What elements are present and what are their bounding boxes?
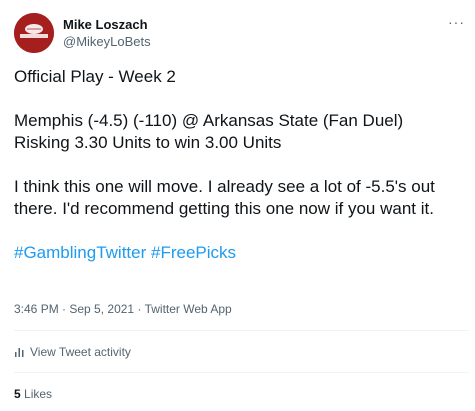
hashtag-link[interactable]: #GamblingTwitter	[14, 243, 146, 262]
view-tweet-activity-link[interactable]: View Tweet activity	[14, 345, 131, 359]
likes-count-link[interactable]: 5 Likes	[14, 387, 52, 401]
avatar-logo	[14, 13, 54, 53]
author-handle[interactable]: @MikeyLoBets	[63, 33, 151, 50]
tweet-header: Mike Loszach @MikeyLoBets	[14, 13, 151, 53]
hashtags: #GamblingTwitter #FreePicks	[14, 242, 469, 264]
author-display-name[interactable]: Mike Loszach	[63, 17, 151, 33]
divider	[14, 372, 469, 373]
divider	[14, 330, 469, 331]
meta-separator: ·	[58, 302, 70, 316]
more-options-icon[interactable]: ···	[448, 14, 465, 30]
likes-count: 5	[14, 387, 21, 401]
avatar[interactable]	[14, 13, 54, 53]
tweet-line-3: Risking 3.30 Units to win 3.00 Units	[14, 133, 282, 152]
tweet-source[interactable]: Twitter Web App	[145, 302, 232, 316]
tweet-text: Official Play - Week 2 Memphis (-4.5) (-…	[14, 66, 469, 264]
author-names: Mike Loszach @MikeyLoBets	[63, 17, 151, 50]
tweet-line-4: I think this one will move. I already se…	[14, 177, 435, 218]
tweet-time[interactable]: 3:46 PM	[14, 302, 59, 316]
tweet-meta: 3:46 PM · Sep 5, 2021 · Twitter Web App	[14, 302, 232, 316]
tweet-date[interactable]: Sep 5, 2021	[69, 302, 134, 316]
tweet-line-1: Official Play - Week 2	[14, 67, 176, 86]
bar-chart-icon	[14, 347, 25, 358]
view-tweet-activity-label: View Tweet activity	[30, 345, 131, 359]
likes-label: Likes	[24, 387, 53, 401]
meta-separator: ·	[134, 302, 145, 316]
tweet-card: Mike Loszach @MikeyLoBets ··· Official P…	[0, 0, 475, 411]
hashtag-link[interactable]: #FreePicks	[151, 243, 236, 262]
tweet-line-2: Memphis (-4.5) (-110) @ Arkansas State (…	[14, 111, 404, 130]
